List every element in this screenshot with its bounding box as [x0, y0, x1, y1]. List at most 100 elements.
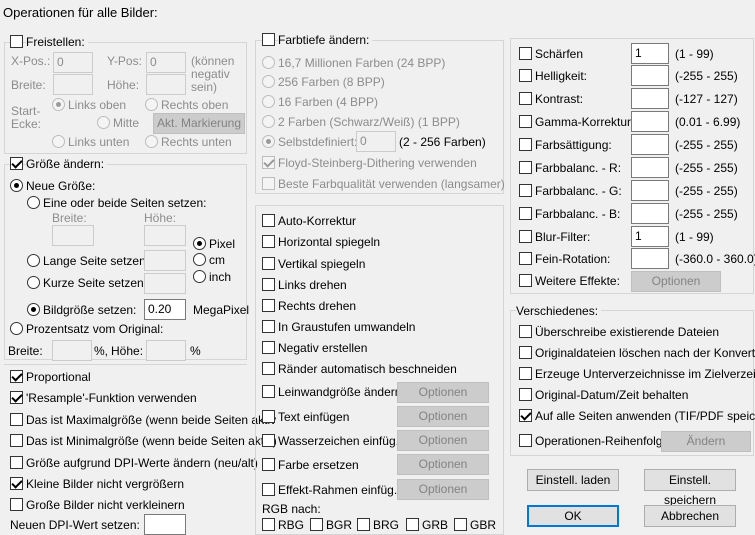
overwrite-checkbox[interactable] — [519, 325, 532, 338]
auto-correct-checkbox[interactable] — [262, 214, 275, 227]
balance-r-checkbox[interactable] — [519, 161, 532, 174]
saturation-input[interactable] — [631, 134, 669, 155]
bottom-left-radio[interactable] — [52, 135, 65, 148]
crop-checkbox[interactable] — [10, 35, 23, 48]
blur-checkbox[interactable] — [519, 230, 532, 243]
resize-height-input[interactable] — [144, 225, 186, 246]
resample-checkbox[interactable] — [10, 391, 23, 404]
canvas-size-checkbox[interactable] — [262, 385, 275, 398]
flip-h-checkbox[interactable] — [262, 235, 275, 248]
unit-pixel-radio[interactable] — [193, 237, 206, 250]
image-size-input[interactable]: 0.20 — [144, 299, 186, 320]
short-side-input[interactable] — [144, 273, 186, 294]
insert-text-checkbox[interactable] — [262, 410, 275, 423]
min-size-checkbox[interactable] — [10, 434, 23, 447]
image-size-radio[interactable] — [27, 303, 40, 316]
all-pages-checkbox[interactable] — [519, 409, 532, 422]
watermark-options-button[interactable]: Optionen — [397, 430, 489, 451]
percent-height-input[interactable] — [146, 340, 186, 361]
proportional-checkbox[interactable] — [10, 370, 23, 383]
balance-b-input[interactable] — [631, 203, 669, 224]
brightness-input[interactable] — [631, 65, 669, 86]
color-4bpp-radio[interactable] — [262, 95, 275, 108]
balance-g-input[interactable] — [631, 180, 669, 201]
dpi-input[interactable] — [144, 514, 186, 535]
contrast-checkbox[interactable] — [519, 92, 532, 105]
resize-width-input[interactable] — [52, 225, 94, 246]
watermark-checkbox[interactable] — [262, 434, 275, 447]
color-8bpp-radio[interactable] — [262, 75, 275, 88]
negative-checkbox[interactable] — [262, 341, 275, 354]
short-side-radio[interactable] — [27, 276, 40, 289]
crop-height-input[interactable] — [146, 74, 186, 95]
dithering-checkbox[interactable] — [262, 156, 275, 169]
balance-b-checkbox[interactable] — [519, 207, 532, 220]
blur-input[interactable]: 1 — [631, 226, 669, 247]
flip-v-checkbox[interactable] — [262, 257, 275, 270]
balance-r-input[interactable] — [631, 157, 669, 178]
unit-inch-radio[interactable] — [193, 270, 206, 283]
new-size-radio[interactable] — [10, 179, 23, 192]
more-effects-options-button[interactable]: Optionen — [631, 271, 721, 292]
xpos-input[interactable]: 0 — [53, 52, 93, 73]
ok-button[interactable]: OK — [527, 505, 619, 527]
best-quality-checkbox[interactable] — [262, 177, 275, 190]
color-1bpp-radio[interactable] — [262, 115, 275, 128]
long-side-radio[interactable] — [27, 254, 40, 267]
dpi-resize-checkbox[interactable] — [10, 456, 23, 469]
gamma-checkbox[interactable] — [519, 115, 532, 128]
ypos-input[interactable]: 0 — [146, 52, 186, 73]
rgb-bgr-checkbox[interactable] — [310, 518, 323, 531]
autocrop-checkbox[interactable] — [262, 362, 275, 375]
rotate-right-checkbox[interactable] — [262, 299, 275, 312]
subdirs-checkbox[interactable] — [519, 367, 532, 380]
delete-originals-checkbox[interactable] — [519, 346, 532, 359]
grayscale-checkbox[interactable] — [262, 320, 275, 333]
top-left-radio[interactable] — [52, 98, 65, 111]
more-effects-checkbox[interactable] — [519, 274, 532, 287]
cancel-button[interactable]: Abbrechen — [644, 505, 736, 527]
center-radio[interactable] — [97, 116, 110, 129]
rgb-rbg-checkbox[interactable] — [262, 518, 275, 531]
text-options-button[interactable]: Optionen — [397, 406, 489, 427]
current-mark-button[interactable]: Akt. Markierung — [153, 113, 245, 134]
bottom-right-radio[interactable] — [145, 135, 158, 148]
save-settings-button[interactable]: Einstell. speichern — [644, 469, 736, 507]
sharpen-checkbox[interactable] — [519, 47, 532, 60]
rgb-grb-checkbox[interactable] — [406, 518, 419, 531]
brightness-checkbox[interactable] — [519, 69, 532, 82]
operation-order-checkbox[interactable] — [519, 434, 532, 447]
custom-colors-input[interactable]: 0 — [356, 131, 396, 152]
percent-width-input[interactable] — [52, 340, 92, 361]
long-side-input[interactable] — [144, 250, 186, 271]
fine-rotation-input[interactable] — [631, 248, 669, 269]
frame-options-button[interactable]: Optionen — [397, 479, 489, 500]
unit-cm-radio[interactable] — [193, 253, 206, 266]
color-24bpp-radio[interactable] — [262, 56, 275, 69]
crop-width-input[interactable] — [53, 74, 93, 95]
sharpen-input[interactable]: 1 — [631, 43, 669, 64]
saturation-checkbox[interactable] — [519, 138, 532, 151]
contrast-input[interactable] — [631, 88, 669, 109]
replace-color-options-button[interactable]: Optionen — [397, 454, 489, 475]
rgb-gbr-checkbox[interactable] — [454, 518, 467, 531]
canvas-options-button[interactable]: Optionen — [397, 382, 489, 403]
rotate-left-checkbox[interactable] — [262, 278, 275, 291]
balance-g-checkbox[interactable] — [519, 184, 532, 197]
percent-radio[interactable] — [10, 322, 23, 335]
top-right-radio[interactable] — [145, 98, 158, 111]
no-enlarge-checkbox[interactable] — [10, 477, 23, 490]
keep-date-checkbox[interactable] — [519, 388, 532, 401]
no-shrink-checkbox[interactable] — [10, 498, 23, 511]
load-settings-button[interactable]: Einstell. laden — [527, 469, 619, 491]
color-depth-checkbox[interactable] — [262, 33, 275, 46]
replace-color-checkbox[interactable] — [262, 458, 275, 471]
resize-checkbox[interactable] — [10, 157, 23, 170]
one-or-both-radio[interactable] — [27, 196, 40, 209]
gamma-input[interactable] — [631, 111, 669, 132]
change-order-button[interactable]: Ändern — [661, 431, 751, 452]
max-size-checkbox[interactable] — [10, 413, 23, 426]
rgb-brg-checkbox[interactable] — [357, 518, 370, 531]
custom-colors-radio[interactable] — [262, 135, 275, 148]
frame-checkbox[interactable] — [262, 483, 275, 496]
